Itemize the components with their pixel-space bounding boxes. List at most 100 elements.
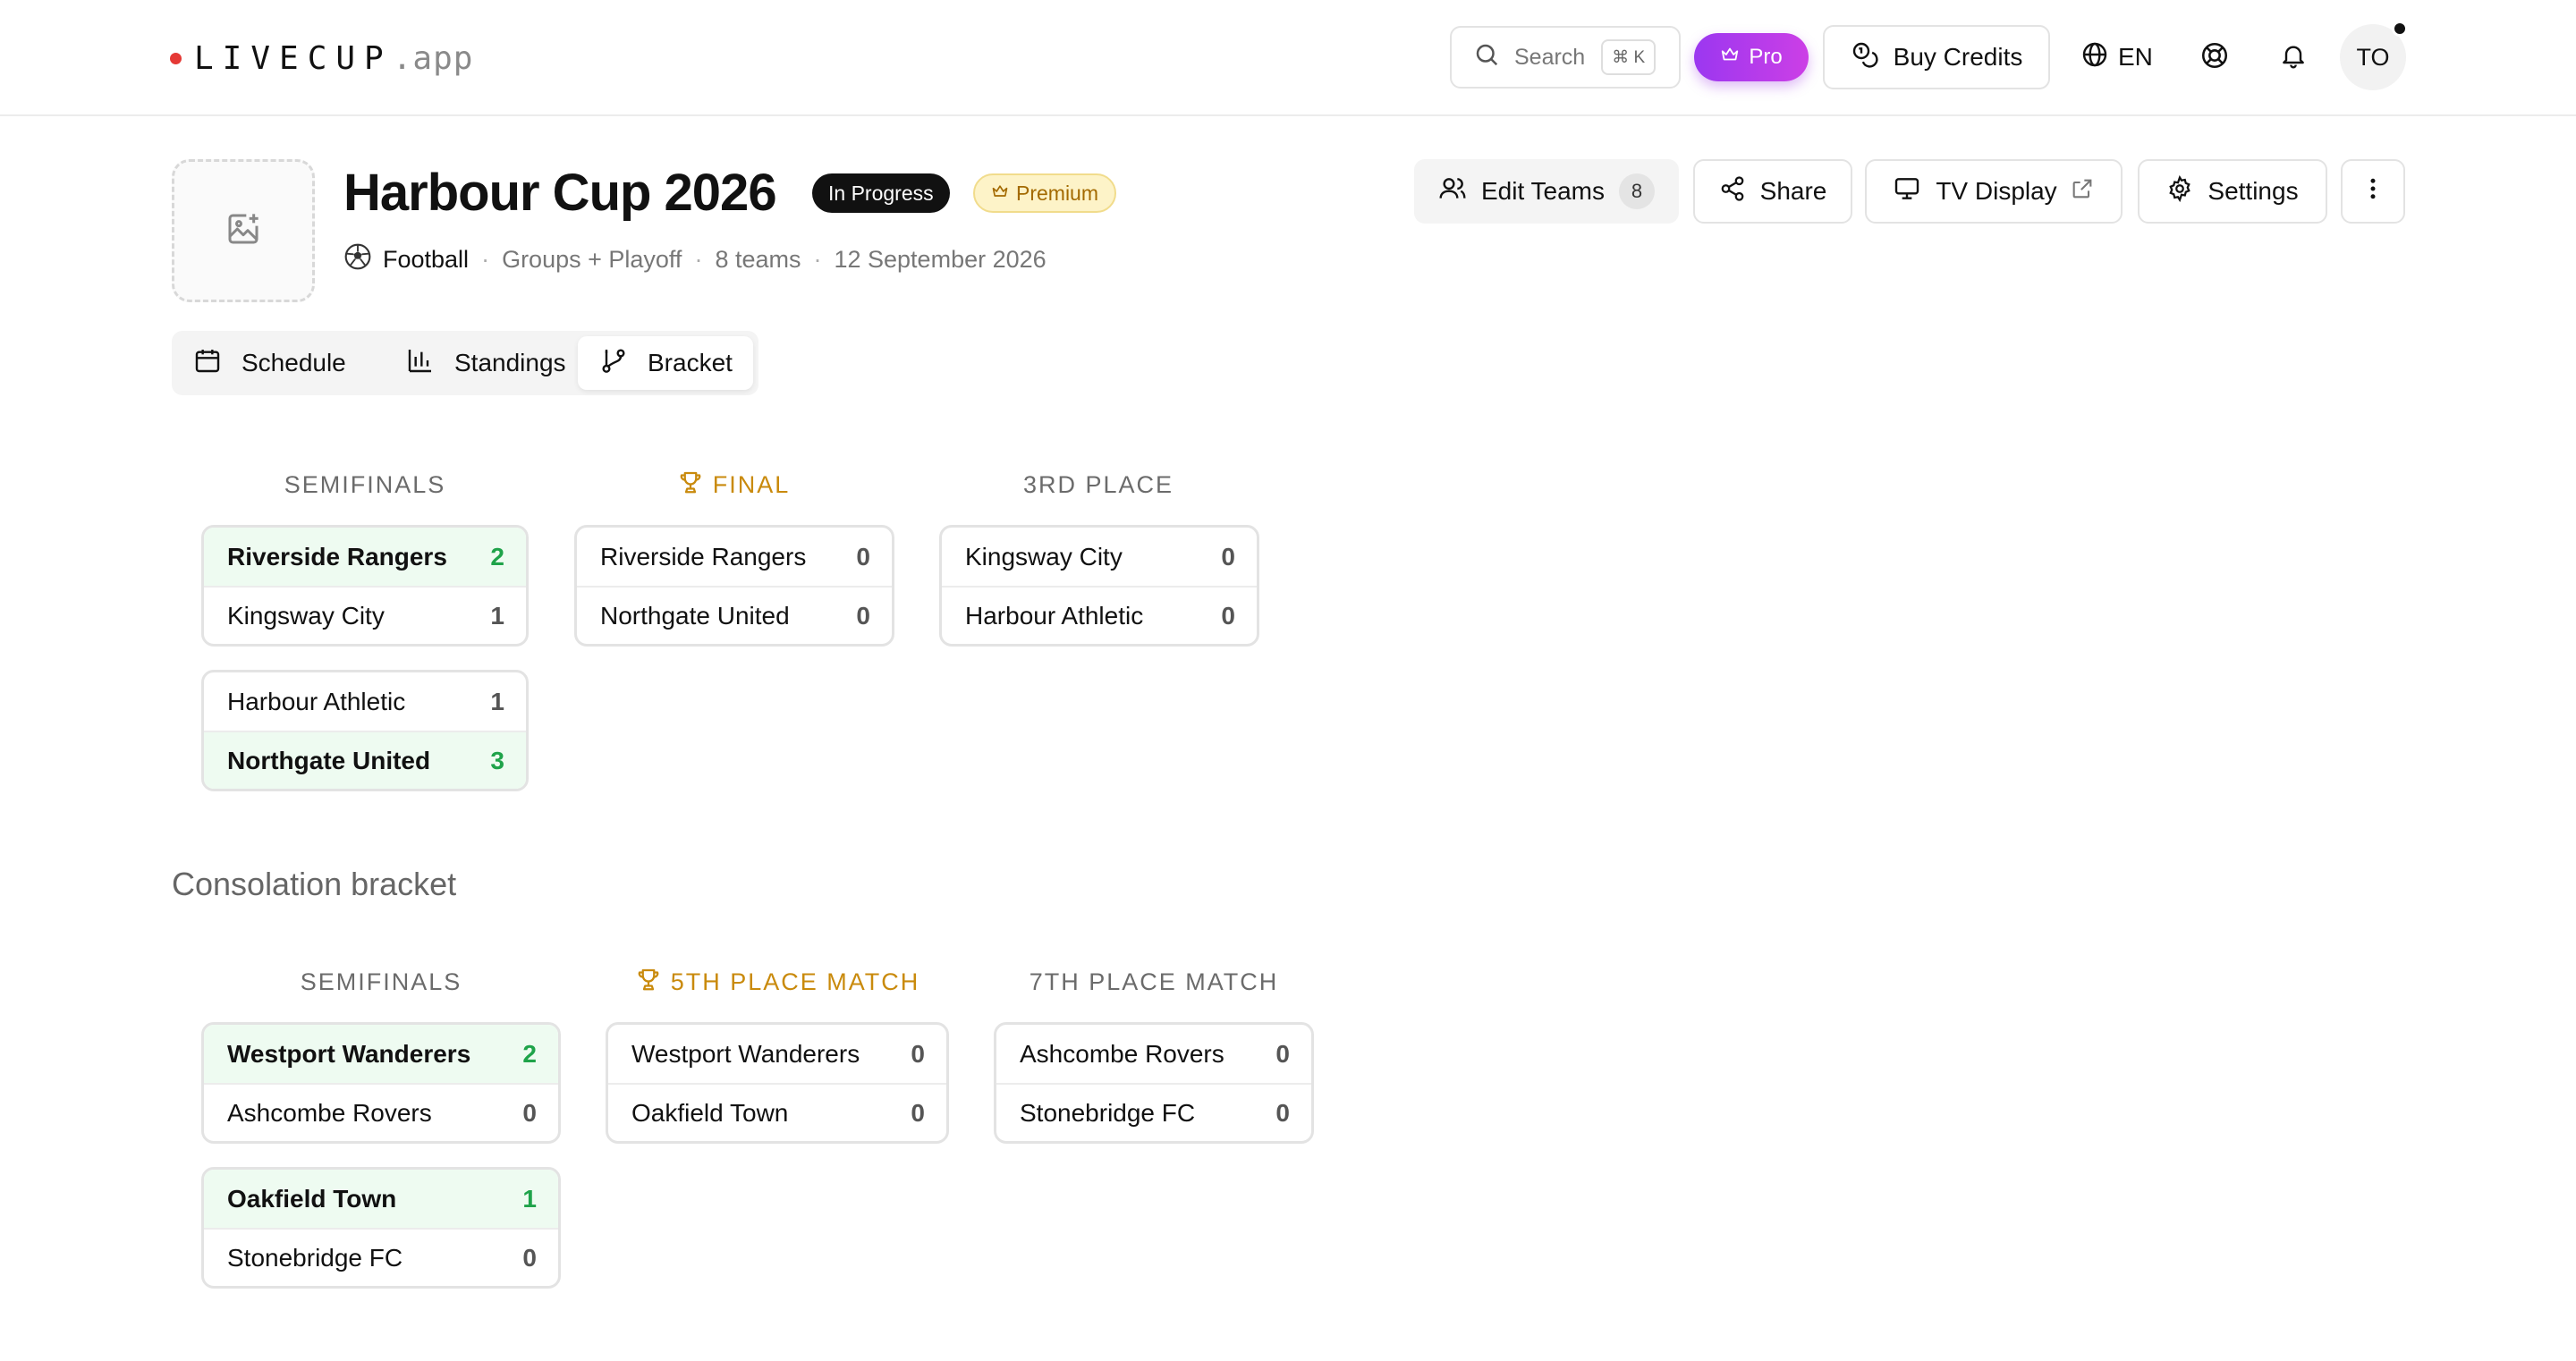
team-row: Stonebridge FC 0 bbox=[996, 1083, 1311, 1141]
consolation-bracket-title: Consolation bracket bbox=[172, 866, 457, 902]
football-icon bbox=[343, 242, 372, 277]
team-name: Ashcombe Rovers bbox=[1020, 1039, 1224, 1068]
monitor-icon bbox=[1893, 174, 1936, 209]
team-score: 0 bbox=[1221, 601, 1235, 630]
help-button[interactable] bbox=[2193, 36, 2236, 79]
gear-icon bbox=[2166, 174, 2207, 208]
external-link-icon bbox=[2057, 176, 2095, 207]
round-title-label: 5TH PLACE MATCH bbox=[670, 968, 920, 995]
format-label: Groups + Playoff bbox=[502, 245, 682, 273]
match-card[interactable]: Riverside Rangers 0 Northgate United 0 bbox=[574, 525, 894, 647]
round-title-final: FINAL bbox=[574, 467, 893, 503]
team-score: 1 bbox=[522, 1184, 537, 1213]
match-card[interactable]: Ashcombe Rovers 0 Stonebridge FC 0 bbox=[994, 1022, 1314, 1144]
view-tabs: Schedule Standings Bracket bbox=[172, 331, 758, 395]
search-button[interactable]: Search ⌘ K bbox=[1450, 26, 1681, 89]
crown-icon bbox=[1720, 45, 1749, 71]
round-title-seventh-place: 7TH PLACE MATCH bbox=[1029, 968, 1279, 995]
share-icon bbox=[1719, 175, 1760, 208]
team-score: 3 bbox=[490, 746, 504, 774]
team-row: Northgate United 3 bbox=[204, 731, 526, 789]
team-score: 0 bbox=[856, 601, 870, 630]
team-name: Kingsway City bbox=[227, 601, 385, 630]
team-score: 0 bbox=[1221, 542, 1235, 571]
round-title-semifinals: SEMIFINALS bbox=[284, 470, 446, 498]
premium-badge: Premium bbox=[973, 173, 1117, 213]
team-score: 2 bbox=[490, 542, 504, 571]
tab-label: Bracket bbox=[648, 349, 733, 376]
team-name: Stonebridge FC bbox=[1020, 1098, 1196, 1127]
team-row: Westport Wanderers 0 bbox=[608, 1025, 946, 1083]
team-row: Westport Wanderers 2 bbox=[204, 1025, 558, 1083]
team-name: Oakfield Town bbox=[631, 1098, 789, 1127]
team-row: Riverside Rangers 0 bbox=[577, 528, 892, 586]
pro-button[interactable]: Pro bbox=[1694, 33, 1809, 81]
team-row: Kingsway City 1 bbox=[204, 586, 526, 644]
team-name: Westport Wanderers bbox=[227, 1039, 471, 1068]
tab-standings[interactable]: Standings bbox=[385, 336, 566, 390]
team-score: 1 bbox=[490, 601, 504, 630]
pro-label: Pro bbox=[1749, 45, 1783, 69]
logo[interactable]: LIVECUP .app bbox=[170, 34, 473, 82]
tab-label: Standings bbox=[454, 349, 566, 376]
avatar-initials: TO bbox=[2356, 43, 2390, 71]
bar-chart-icon bbox=[406, 346, 454, 381]
tab-schedule[interactable]: Schedule bbox=[172, 336, 346, 390]
tv-display-label: TV Display bbox=[1936, 177, 2057, 205]
match-card[interactable]: Oakfield Town 1 Stonebridge FC 0 bbox=[201, 1167, 561, 1289]
settings-label: Settings bbox=[2207, 177, 2299, 205]
match-card[interactable]: Westport Wanderers 0 Oakfield Town 0 bbox=[606, 1022, 949, 1144]
team-score: 0 bbox=[856, 542, 870, 571]
tab-bracket[interactable]: Bracket bbox=[578, 336, 753, 390]
meta-separator: · bbox=[481, 245, 490, 273]
lifebuoy-icon bbox=[2199, 40, 2230, 75]
team-row: Harbour Athletic 0 bbox=[942, 586, 1257, 644]
avatar[interactable]: TO bbox=[2340, 21, 2408, 90]
team-name: Westport Wanderers bbox=[631, 1039, 860, 1068]
tournament-image-upload[interactable] bbox=[172, 159, 315, 302]
round-title-label: FINAL bbox=[712, 470, 791, 498]
tab-label: Schedule bbox=[242, 349, 346, 376]
coins-icon bbox=[1851, 40, 1894, 75]
bell-icon bbox=[2279, 41, 2308, 74]
language-label: EN bbox=[2118, 43, 2153, 71]
team-row: Kingsway City 0 bbox=[942, 528, 1257, 586]
team-row: Northgate United 0 bbox=[577, 586, 892, 644]
share-button[interactable]: Share bbox=[1693, 159, 1852, 224]
tournament-meta: Football · Groups + Playoff · 8 teams · … bbox=[343, 241, 1046, 277]
buy-credits-label: Buy Credits bbox=[1893, 43, 2023, 71]
buy-credits-button[interactable]: Buy Credits bbox=[1823, 25, 2050, 89]
team-name: Riverside Rangers bbox=[600, 542, 807, 571]
team-count-label: 8 teams bbox=[715, 245, 801, 273]
match-card[interactable]: Riverside Rangers 2 Kingsway City 1 bbox=[201, 525, 529, 647]
round-title-fifth-place: 5TH PLACE MATCH bbox=[606, 964, 949, 1000]
team-score: 0 bbox=[911, 1098, 925, 1127]
settings-button[interactable]: Settings bbox=[2138, 159, 2327, 224]
match-card[interactable]: Westport Wanderers 2 Ashcombe Rovers 0 bbox=[201, 1022, 561, 1144]
share-label: Share bbox=[1759, 177, 1827, 205]
sport-label: Football bbox=[383, 245, 470, 273]
team-name: Harbour Athletic bbox=[227, 687, 406, 715]
team-row: Stonebridge FC 0 bbox=[204, 1228, 558, 1286]
language-selector[interactable]: EN bbox=[2080, 36, 2153, 79]
search-placeholder: Search bbox=[1514, 44, 1586, 70]
more-options-button[interactable] bbox=[2341, 159, 2405, 224]
team-name: Harbour Athletic bbox=[965, 601, 1144, 630]
logo-main-text: LIVECUP bbox=[194, 39, 393, 77]
team-name: Northgate United bbox=[600, 601, 790, 630]
match-card[interactable]: Kingsway City 0 Harbour Athletic 0 bbox=[939, 525, 1259, 647]
notifications-button[interactable] bbox=[2272, 36, 2315, 79]
edit-teams-button[interactable]: Edit Teams 8 bbox=[1414, 159, 1679, 224]
team-row: Oakfield Town 0 bbox=[608, 1083, 946, 1141]
git-branch-icon bbox=[599, 346, 648, 381]
team-row: Riverside Rangers 2 bbox=[204, 528, 526, 586]
match-card[interactable]: Harbour Athletic 1 Northgate United 3 bbox=[201, 670, 529, 791]
team-name: Riverside Rangers bbox=[227, 542, 447, 571]
round-title-consolation-semifinals: SEMIFINALS bbox=[300, 968, 462, 995]
team-score: 2 bbox=[522, 1039, 537, 1068]
more-vertical-icon bbox=[2360, 175, 2386, 208]
tv-display-button[interactable]: TV Display bbox=[1865, 159, 2123, 224]
team-score: 0 bbox=[522, 1243, 537, 1272]
team-score: 0 bbox=[1275, 1098, 1290, 1127]
search-icon bbox=[1473, 41, 1514, 74]
